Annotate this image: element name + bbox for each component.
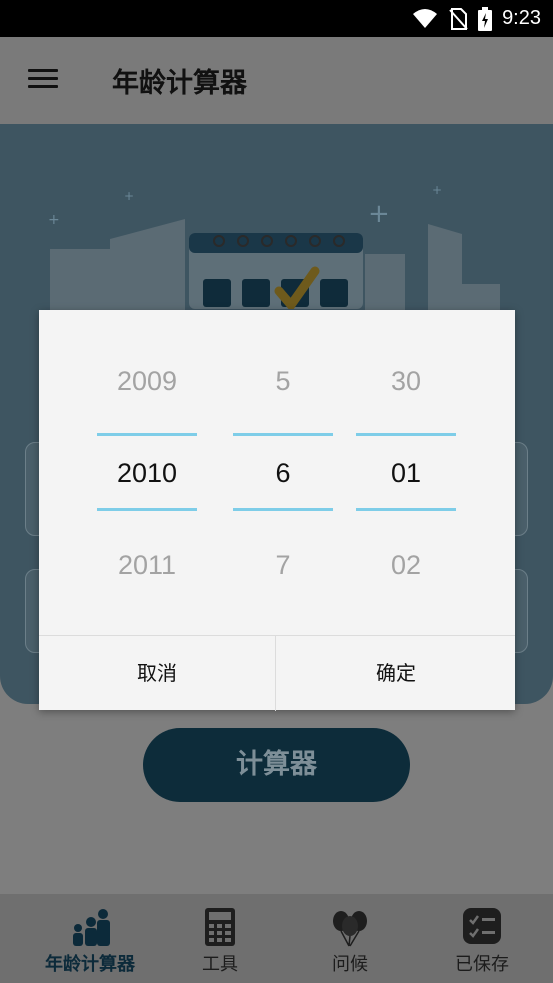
svg-text:+: + (368, 199, 390, 229)
year-next-value[interactable]: 2011 (97, 550, 197, 581)
month-selected-value[interactable]: 6 (233, 458, 333, 489)
status-time: 9:23 (502, 7, 541, 29)
date-picker-dialog: 2009 2010 2011 5 6 7 30 01 02 取消 确定 (39, 310, 515, 711)
year-divider-bottom (97, 508, 197, 511)
month-prev-value[interactable]: 5 (233, 366, 333, 397)
day-divider-bottom (356, 508, 456, 511)
nav-label-age-calculator: 年龄计算器 (45, 954, 135, 975)
cancel-button[interactable]: 取消 (39, 636, 276, 711)
year-prev-value[interactable]: 2009 (97, 366, 197, 397)
status-icons: 9:23 (412, 0, 541, 37)
month-divider-top (233, 433, 333, 436)
hamburger-menu-icon[interactable] (22, 65, 62, 97)
nav-label-saved: 已保存 (455, 954, 509, 975)
day-next-value[interactable]: 02 (356, 550, 456, 581)
calendar-icon (189, 233, 363, 309)
family-icon (73, 909, 110, 946)
nav-item-tools[interactable]: 工具 (180, 894, 260, 983)
nav-item-age-calculator[interactable]: 年龄计算器 (35, 894, 145, 983)
bottom-nav: 年龄计算器 工具 问候 已保存 (0, 894, 553, 983)
battery-charging-icon (478, 6, 493, 31)
year-selected-value[interactable]: 2010 (97, 458, 197, 489)
month-next-value[interactable]: 7 (233, 550, 333, 581)
balloons-icon (333, 911, 367, 947)
calculate-button[interactable]: 计算器 (143, 728, 410, 802)
svg-text:+: + (124, 189, 134, 203)
app-bar: 年龄计算器 (0, 37, 553, 124)
nav-item-saved[interactable]: 已保存 (440, 894, 524, 983)
wifi-icon (413, 8, 438, 28)
nav-item-greetings[interactable]: 问候 (310, 894, 390, 983)
dialog-button-bar: 取消 确定 (39, 635, 515, 711)
month-picker[interactable]: 5 6 7 (233, 310, 333, 635)
year-divider-top (97, 433, 197, 436)
calculator-icon (205, 908, 235, 946)
day-selected-value[interactable]: 01 (356, 458, 456, 489)
nav-label-tools: 工具 (202, 954, 238, 975)
status-bar: 9:23 (0, 0, 553, 37)
checklist-icon (463, 908, 501, 944)
day-picker[interactable]: 30 01 02 (356, 310, 456, 635)
month-divider-bottom (233, 508, 333, 511)
day-prev-value[interactable]: 30 (356, 366, 456, 397)
svg-text:+: + (432, 184, 442, 197)
no-sim-icon (449, 7, 468, 30)
page-title: 年龄计算器 (112, 68, 247, 99)
nav-label-greetings: 问候 (332, 954, 368, 975)
day-divider-top (356, 433, 456, 436)
svg-text:+: + (48, 212, 60, 228)
confirm-button[interactable]: 确定 (277, 636, 515, 711)
year-picker[interactable]: 2009 2010 2011 (97, 310, 197, 635)
